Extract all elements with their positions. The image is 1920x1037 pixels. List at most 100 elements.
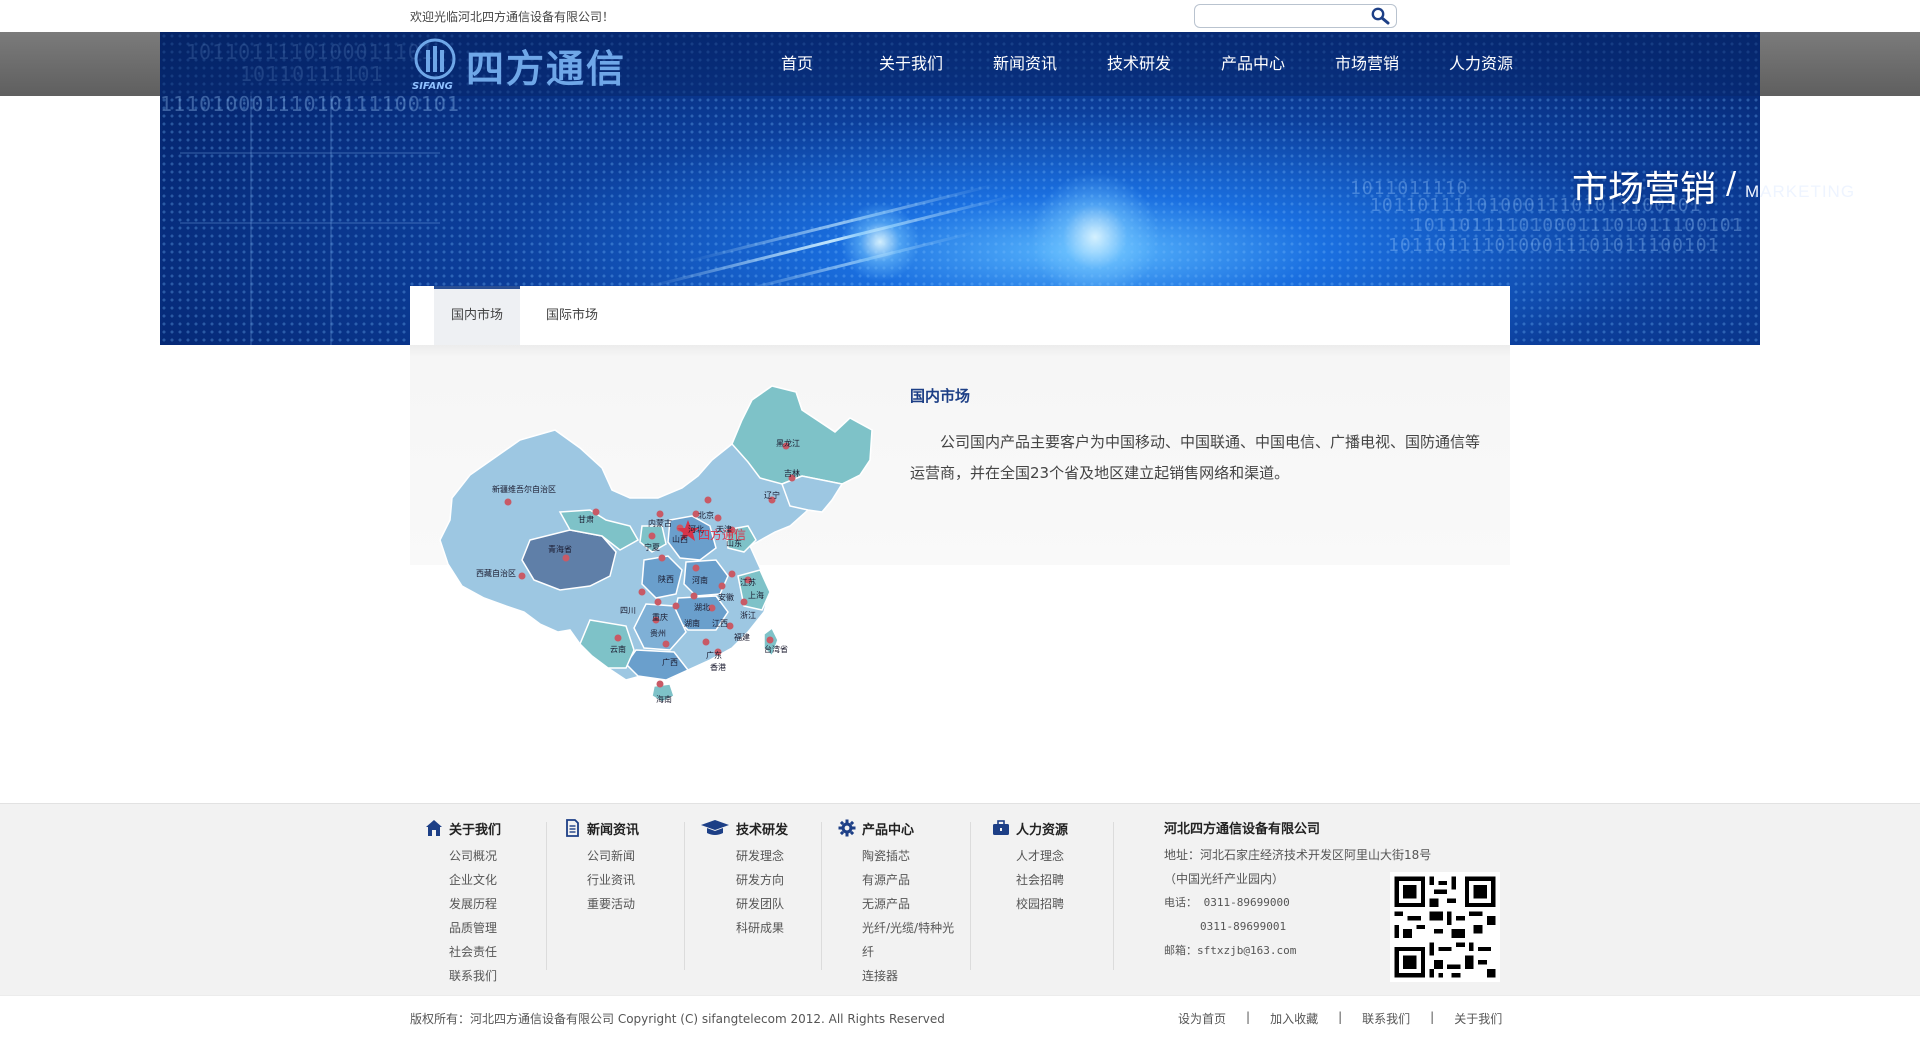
add-favorite-link[interactable]: 加入收藏 [1270,1010,1318,1027]
welcome-text: 欢迎光临河北四方通信设备有限公司！ [410,10,615,24]
nav-hr[interactable]: 人力资源 [1424,32,1538,96]
footer-divider [546,822,547,970]
banner-title: 市场营销 [1572,169,1717,210]
footer-link[interactable]: 研发理念 [736,844,788,868]
map-label: 广西 [662,657,678,667]
contact-us-link[interactable]: 联系我们 [1362,1010,1410,1027]
logo-icon [414,38,456,80]
map-label: 陕西 [658,574,674,584]
top-bar: 欢迎光临河北四方通信设备有限公司！ [0,0,1920,32]
about-us-link[interactable]: 关于我们 [1454,1010,1502,1027]
map-label: 山东 [726,538,742,548]
banner-subtitle: MARKETING [1745,182,1856,201]
map-label: 天津 [716,524,732,534]
link-separator: | [1338,1010,1343,1024]
tab-domestic-market[interactable]: 国内市场 [434,286,520,345]
china-map: 四方通信 新疆维吾尔自治区 西藏自治区 青海省 甘肃 内蒙古 黑龙江 吉林 辽宁… [439,385,873,704]
nav-marketing[interactable]: 市场营销 [1310,32,1424,96]
footer-divider [1113,822,1114,970]
footer-column-research: 技术研发 研发理念 研发方向 研发团队 科研成果 [700,818,788,940]
section-title: 国内市场 [910,387,971,405]
footer-link[interactable]: 社会责任 [449,940,501,964]
footer-column-about: 关于我们 公司概况 企业文化 发展历程 品质管理 社会责任 联系我们 [425,818,501,988]
map-label: 甘肃 [578,514,594,524]
nav-products[interactable]: 产品中心 [1196,32,1310,96]
company-address: 地址：河北石家庄经济技术开发区阿里山大街18号 [1164,848,1432,862]
nav-home[interactable]: 首页 [740,32,854,96]
footer-link[interactable]: 社会招聘 [1016,868,1068,892]
map-label: 重庆 [652,612,668,622]
map-label: 江苏 [740,577,756,587]
grid-line [330,92,332,345]
footer-link[interactable]: 公司新闻 [587,844,639,868]
footer-divider [970,822,971,970]
footer-link[interactable]: 人才理念 [1016,844,1068,868]
nav-news[interactable]: 新闻资讯 [968,32,1082,96]
footer-link[interactable]: 企业文化 [449,868,501,892]
search-icon[interactable] [1370,7,1390,25]
map-label: 河北 [688,524,704,534]
map-label: 山西 [672,534,688,544]
footer-link[interactable]: 行业资讯 [587,868,639,892]
footer-column-news: 新闻资讯 公司新闻 行业资讯 重要活动 [563,818,639,916]
map-label: 内蒙古 [648,518,672,528]
footer-link[interactable]: 校园招聘 [1016,892,1068,916]
footer-column-products: 产品中心 陶瓷插芯 有源产品 无源产品 光纤/光缆/特种光 纤 连接器 [838,818,954,988]
grid-line [250,92,252,345]
map-label: 湖南 [684,618,700,628]
footer-link[interactable]: 连接器 [862,964,954,988]
graduation-cap-icon [701,820,729,835]
footer-quick-links: 设为首页 | 加入收藏 | 联系我们 | 关于我们 [1178,1010,1502,1027]
map-label: 青海省 [548,544,572,554]
grid-line [180,222,440,224]
footer-link[interactable]: 发展历程 [449,892,501,916]
footer-link[interactable]: 品质管理 [449,916,501,940]
map-label: 云南 [610,644,626,654]
map-label: 台湾省 [764,644,788,654]
map-label: 新疆维吾尔自治区 [492,484,556,494]
nav-research[interactable]: 技术研发 [1082,32,1196,96]
footer-column-title: 新闻资讯 [587,822,640,838]
footer-column-title: 关于我们 [449,822,502,838]
map-region-yunnan [579,619,635,669]
footer-link[interactable]: 研发团队 [736,892,788,916]
map-label: 辽宁 [764,490,780,500]
logo-en-text: SIFANG [412,81,453,92]
footer-link[interactable]: 重要活动 [587,892,639,916]
qr-code [1390,872,1500,982]
binary-text: 1011011110100011101011100101 [1412,215,1744,236]
gear-icon [838,819,856,837]
footer-link[interactable]: 公司概况 [449,844,501,868]
map-label: 贵州 [650,628,666,638]
footer-link[interactable]: 联系我们 [449,964,501,988]
set-homepage-link[interactable]: 设为首页 [1178,1010,1226,1027]
logo[interactable]: 四方通信 SIFANG [412,36,632,92]
footer-link[interactable]: 光纤/光缆/特种光 [862,916,954,940]
footer-link[interactable]: 无源产品 [862,892,954,916]
footer-column-title: 技术研发 [736,822,789,838]
section-body: 公司国内产品主要客户为中国移动、中国联通、中国电信、广播电视、国防通信等运营商，… [910,433,1481,482]
footer-link[interactable]: 科研成果 [736,916,788,940]
grid-line [180,152,440,154]
map-label: 江西 [712,619,728,628]
footer-link[interactable]: 研发方向 [736,868,788,892]
map-label: 浙江 [740,610,756,620]
search-input[interactable] [1201,8,1361,24]
map-label: 河南 [692,575,708,585]
nav-about[interactable]: 关于我们 [854,32,968,96]
footer-column-title: 人力资源 [1016,822,1069,838]
map-label: 上海 [748,590,764,600]
footer-column-hr: 人力资源 人才理念 社会招聘 校园招聘 [992,818,1068,916]
map-label: 西藏自治区 [476,568,516,578]
search-box[interactable] [1194,4,1397,28]
footer-link[interactable]: 纤 [862,940,954,964]
copyright-bar [0,995,1920,1037]
map-label: 安徽 [718,592,734,602]
footer-link[interactable]: 陶瓷插芯 [862,844,954,868]
map-label: 黑龙江 [776,438,800,448]
tab-international-market[interactable]: 国际市场 [530,286,614,345]
footer-divider [821,822,822,970]
map-label: 四川 [620,606,636,615]
footer-link[interactable]: 有源产品 [862,868,954,892]
map-label: 宁夏 [644,542,660,552]
